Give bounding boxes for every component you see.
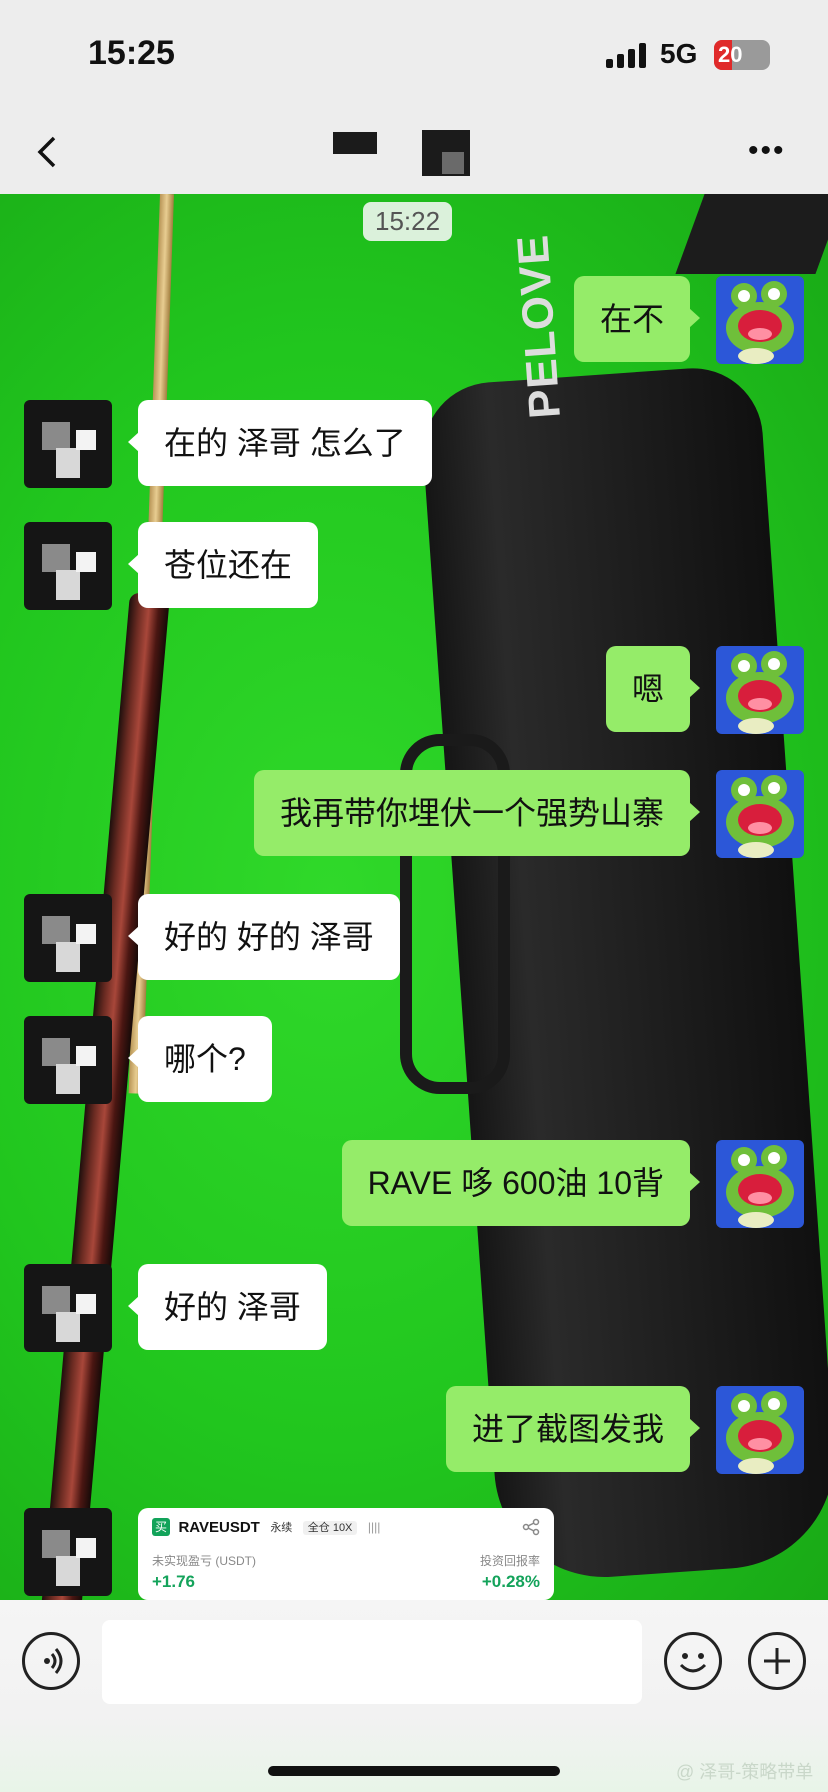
network-type: 5G	[660, 38, 698, 69]
status-time: 15:25	[88, 34, 175, 72]
plus-icon[interactable]	[748, 1632, 806, 1690]
avatar[interactable]	[24, 894, 112, 982]
case-logo: PELOVE	[508, 232, 570, 421]
status-bar: 15:25 5G 20	[0, 0, 828, 110]
message-bubble-received[interactable]: 哪个?	[128, 1016, 272, 1102]
ellipsis-icon[interactable]: •••	[748, 136, 786, 166]
emoji-icon[interactable]	[664, 1632, 722, 1690]
chat-title-redacted	[330, 126, 490, 178]
frog-avatar-icon[interactable]	[716, 1386, 804, 1474]
home-indicator	[268, 1766, 560, 1776]
buy-tag: 买	[152, 1518, 170, 1536]
message-bubble-received[interactable]: 在的 泽哥 怎么了	[128, 400, 432, 486]
trade-screenshot-card[interactable]: 买 RAVEUSDT 永续 全仓 10X |||| 未实现盈亏 (USDT) 投…	[138, 1508, 554, 1600]
voice-icon[interactable]	[22, 1632, 80, 1690]
avatar[interactable]	[24, 1264, 112, 1352]
watermark: @ 泽哥-策略带单	[676, 1762, 814, 1782]
avatar[interactable]	[24, 522, 112, 610]
risk-bars: ||||	[367, 1520, 381, 1534]
avatar[interactable]	[24, 1016, 112, 1104]
pnl-label: 未实现盈亏 (USDT)	[152, 1554, 256, 1568]
frog-avatar-icon[interactable]	[716, 276, 804, 364]
frog-avatar-icon[interactable]	[716, 1140, 804, 1228]
message-bubble-sent[interactable]: 进了截图发我	[445, 1386, 701, 1472]
share-icon	[522, 1518, 540, 1536]
roi-value: +0.28%	[481, 1572, 540, 1591]
signal-icon	[606, 42, 648, 68]
input-bar: @ 泽哥-策略带单	[0, 1600, 828, 1792]
contract-type: 永续	[270, 1522, 293, 1534]
battery-level: 20	[718, 42, 743, 67]
frog-avatar-icon[interactable]	[716, 770, 804, 858]
message-bubble-received[interactable]: 苍位还在	[127, 522, 319, 608]
message-bubble-received[interactable]: 好的 泽哥	[128, 1264, 327, 1350]
message-bubble-sent[interactable]: 我再带你埋伏一个强势山寨	[253, 770, 701, 856]
margin-mode: 全仓 10X	[302, 1521, 358, 1535]
message-bubble-sent[interactable]: RAVE 哆 600油 10背	[341, 1140, 701, 1226]
timestamp: 15:22	[363, 202, 453, 241]
bag-corner-image	[675, 194, 828, 274]
pnl-value: +1.76	[152, 1572, 196, 1591]
avatar[interactable]	[24, 400, 112, 488]
message-bubble-sent[interactable]: 嗯	[605, 646, 701, 732]
message-bubble-sent[interactable]: 在不	[573, 276, 701, 362]
battery-icon: 20	[714, 40, 770, 70]
message-input[interactable]	[102, 1620, 642, 1704]
chevron-left-icon[interactable]	[30, 128, 66, 176]
roi-label: 投资回报率	[479, 1554, 540, 1568]
message-bubble-received[interactable]: 好的 好的 泽哥	[128, 894, 400, 980]
frog-avatar-icon[interactable]	[716, 646, 804, 734]
trade-symbol: RAVEUSDT	[178, 1518, 260, 1536]
avatar[interactable]	[24, 1508, 112, 1596]
chat-header: •••	[0, 110, 828, 194]
